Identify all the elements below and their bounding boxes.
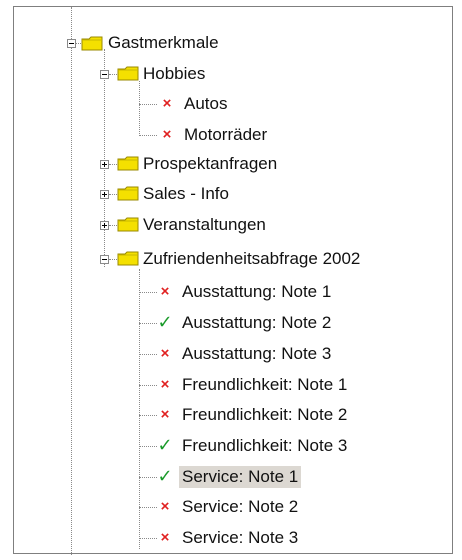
tree-connector: [139, 385, 157, 386]
tree-leaf-freundlichkeit-note-3[interactable]: Freundlichkeit: Note 3: [179, 435, 350, 457]
tree-leaf-ausstattung-note-3[interactable]: Ausstattung: Note 3: [179, 343, 334, 365]
cross-icon[interactable]: ×: [159, 125, 175, 145]
tree-leaf-freundlichkeit-note-2[interactable]: Freundlichkeit: Note 2: [179, 404, 350, 426]
tree-connector: [104, 49, 105, 267]
tree-node-hobbies[interactable]: Hobbies: [140, 63, 208, 85]
tree-connector: [109, 259, 117, 260]
tree-connector: [109, 225, 117, 226]
tree-connector: [139, 446, 157, 447]
checkmark-icon[interactable]: ✓: [157, 435, 173, 455]
folder-icon: [117, 251, 139, 266]
cross-icon[interactable]: ×: [157, 528, 173, 548]
tree-connector: [139, 415, 157, 416]
tree-panel: Gastmerkmale Hobbies × Autos × Motorräde…: [13, 6, 453, 555]
checkmark-icon[interactable]: ✓: [157, 312, 173, 332]
expand-toggle[interactable]: [100, 190, 109, 199]
tree-connector: [139, 354, 157, 355]
tree-connector: [109, 74, 117, 75]
tree-leaf-autos[interactable]: Autos: [181, 93, 230, 115]
tree-node-gastmerkmale[interactable]: Gastmerkmale: [105, 32, 222, 54]
tree-node-prospektanfragen[interactable]: Prospektanfragen: [140, 153, 280, 175]
tree-node-veranstaltungen[interactable]: Veranstaltungen: [140, 214, 269, 236]
tree-leaf-service-note-3[interactable]: Service: Note 3: [179, 527, 301, 549]
tree-connector: [109, 194, 117, 195]
cross-icon[interactable]: ×: [159, 94, 175, 114]
folder-icon: [117, 186, 139, 201]
folder-icon: [117, 66, 139, 81]
tree-leaf-ausstattung-note-2[interactable]: Ausstattung: Note 2: [179, 312, 334, 334]
expand-toggle[interactable]: [100, 221, 109, 230]
tree-node-zufriedenheitsabfrage[interactable]: Zufriendenheitsabfrage 2002: [140, 248, 363, 270]
tree-connector: [139, 323, 157, 324]
tree-leaf-ausstattung-note-1[interactable]: Ausstattung: Note 1: [179, 281, 334, 303]
tree-connector: [139, 104, 157, 105]
tree-connector: [139, 477, 157, 478]
cross-icon[interactable]: ×: [157, 344, 173, 364]
tree-connector: [139, 538, 157, 539]
cross-icon[interactable]: ×: [157, 405, 173, 425]
tree-leaf-motorraeder[interactable]: Motorräder: [181, 124, 270, 146]
tree-leaf-service-note-2[interactable]: Service: Note 2: [179, 496, 301, 518]
checkmark-icon[interactable]: ✓: [157, 466, 173, 486]
tree-leaf-service-note-1[interactable]: Service: Note 1: [179, 466, 302, 488]
collapse-toggle[interactable]: [100, 70, 109, 79]
cross-icon[interactable]: ×: [157, 282, 173, 302]
tree-connector: [139, 81, 140, 136]
cross-icon[interactable]: ×: [157, 375, 173, 395]
folder-icon: [117, 217, 139, 232]
folder-icon: [81, 36, 103, 51]
collapse-toggle[interactable]: [67, 39, 76, 48]
tree-connector: [71, 7, 72, 37]
tree-connector: [139, 507, 157, 508]
expand-toggle[interactable]: [100, 160, 109, 169]
tree-connector: [71, 7, 72, 555]
tree-connector: [109, 164, 117, 165]
tree-connector: [139, 292, 157, 293]
tree-leaf-freundlichkeit-note-1[interactable]: Freundlichkeit: Note 1: [179, 374, 350, 396]
folder-icon: [117, 156, 139, 171]
cross-icon[interactable]: ×: [157, 497, 173, 517]
tree-view: Gastmerkmale Hobbies × Autos × Motorräde…: [14, 7, 452, 555]
collapse-toggle[interactable]: [100, 255, 109, 264]
tree-node-sales-info[interactable]: Sales - Info: [140, 183, 232, 205]
tree-connector: [139, 135, 157, 136]
